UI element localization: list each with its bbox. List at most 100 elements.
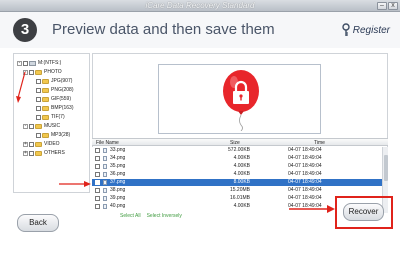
collapse-toggle[interactable]: - xyxy=(23,123,28,129)
collapse-toggle[interactable]: - xyxy=(17,60,22,66)
tree-item-photo[interactable]: - PHOTO xyxy=(23,68,62,76)
tree-item-jpg[interactable]: JPG(907) xyxy=(36,77,72,85)
checkbox[interactable] xyxy=(23,60,28,66)
tree-item-label: OTHERS xyxy=(44,150,65,156)
file-icon xyxy=(103,172,107,177)
file-icon xyxy=(103,156,107,161)
file-name: 39.png xyxy=(110,195,126,201)
checkbox[interactable] xyxy=(29,69,34,75)
scroll-thumb[interactable] xyxy=(384,155,388,181)
column-header-time[interactable]: Time xyxy=(314,140,325,146)
tree-item-video[interactable]: + VIDEO xyxy=(23,140,60,148)
tree-item-label: MP3(28) xyxy=(51,132,71,138)
annotation-arrow-down xyxy=(16,71,26,103)
table-row[interactable]: 33.png 572.00KB 04-07 18:49:04 xyxy=(92,147,382,154)
row-checkbox[interactable] xyxy=(95,188,100,193)
tree-item-gif[interactable]: GIF(559) xyxy=(36,95,71,103)
row-checkbox[interactable] xyxy=(95,148,100,153)
expand-toggle[interactable]: + xyxy=(23,150,28,156)
folder-icon xyxy=(42,105,49,111)
tree-item-bmp[interactable]: BMP(163) xyxy=(36,104,74,112)
table-row[interactable]: 38.png 15.20MB 04-07 18:49:04 xyxy=(92,187,382,194)
checkbox[interactable] xyxy=(36,105,41,111)
file-size: 4.00KB xyxy=(233,163,250,169)
row-checkbox[interactable] xyxy=(95,156,100,161)
file-size: 572.00KB xyxy=(228,147,250,153)
tree-item-label: MUSIC xyxy=(44,123,61,129)
column-header-size[interactable]: Size xyxy=(230,140,240,146)
file-size: 4.00KB xyxy=(233,171,250,177)
checkbox[interactable] xyxy=(36,78,41,84)
minimize-button[interactable]: – xyxy=(377,2,387,10)
checkbox[interactable] xyxy=(36,87,41,93)
tree-item-label: TIF(7) xyxy=(51,114,65,120)
tree-item-drive[interactable]: - M:(NTFS:) xyxy=(17,59,61,67)
tree-item-png[interactable]: PNG(208) xyxy=(36,86,74,94)
checkbox[interactable] xyxy=(29,123,34,129)
drive-icon xyxy=(29,60,36,66)
table-row[interactable]: 35.png 4.00KB 04-07 18:49:04 xyxy=(92,163,382,170)
tree-item-label: GIF(559) xyxy=(51,96,72,102)
image-preview xyxy=(158,64,321,134)
checkbox[interactable] xyxy=(36,132,41,138)
select-all-link[interactable]: Select All xyxy=(120,213,141,220)
tree-item-mp3[interactable]: MP3(28) xyxy=(36,131,70,139)
register-link[interactable]: Register xyxy=(353,25,390,36)
back-button[interactable]: Back xyxy=(17,214,59,232)
tree-item-label: BMP(163) xyxy=(51,105,74,111)
file-icon xyxy=(103,164,107,169)
tree-item-music[interactable]: - MUSIC xyxy=(23,122,60,130)
file-icon xyxy=(103,188,107,193)
checkbox[interactable] xyxy=(29,150,34,156)
file-time: 04-07 18:49:04 xyxy=(288,163,322,169)
file-time: 04-07 18:49:04 xyxy=(288,179,322,185)
file-icon xyxy=(103,204,107,209)
folder-icon xyxy=(42,78,49,84)
annotation-arrow-right xyxy=(59,181,91,187)
file-name: 33.png xyxy=(110,147,126,153)
file-name: 40.png xyxy=(110,203,126,209)
file-time: 04-07 18:49:04 xyxy=(288,195,322,201)
file-size: 15.20MB xyxy=(229,187,250,193)
table-row[interactable]: 36.png 4.00KB 04-07 18:49:04 xyxy=(92,171,382,178)
checkbox[interactable] xyxy=(36,114,41,120)
key-icon[interactable] xyxy=(342,23,350,37)
folder-icon xyxy=(42,114,49,120)
file-name: 37.png xyxy=(110,179,126,185)
tree-item-others[interactable]: + OTHERS xyxy=(23,149,65,157)
row-checkbox[interactable] xyxy=(95,172,100,177)
tree-item-label: PNG(208) xyxy=(51,87,74,93)
column-header-file-name[interactable]: File Name xyxy=(96,140,119,146)
checkbox[interactable] xyxy=(36,96,41,102)
checkbox[interactable] xyxy=(29,141,34,147)
file-time: 04-07 18:49:04 xyxy=(288,171,322,177)
file-size: 4.00KB xyxy=(233,155,250,161)
select-inversely-link[interactable]: Select Inversely xyxy=(147,213,182,220)
table-row-selected[interactable]: 37.png 8.00KB 04-07 18:49:04 xyxy=(92,179,382,186)
lock-balloon-icon xyxy=(223,70,259,131)
folder-icon xyxy=(42,87,49,93)
close-button[interactable]: x xyxy=(388,2,398,10)
file-name: 35.png xyxy=(110,163,126,169)
file-size: 8.00KB xyxy=(233,179,250,185)
table-row[interactable]: 34.png 4.00KB 04-07 18:49:04 xyxy=(92,155,382,162)
expand-toggle[interactable]: + xyxy=(23,141,28,147)
file-size: 4.00KB xyxy=(233,203,250,209)
tree-item-tif[interactable]: TIF(7) xyxy=(36,113,65,121)
selection-links: Select All Select Inversely xyxy=(120,213,182,220)
step-header: 3 Preview data and then save them Regist… xyxy=(0,12,400,48)
row-checkbox[interactable] xyxy=(95,196,100,201)
file-icon xyxy=(103,180,107,185)
folder-icon xyxy=(35,123,42,129)
folder-icon xyxy=(42,132,49,138)
file-table-header: File Name Size Time xyxy=(92,138,388,146)
row-checkbox[interactable] xyxy=(95,204,100,209)
row-checkbox[interactable] xyxy=(95,164,100,169)
folder-icon xyxy=(35,69,42,75)
file-name: 38.png xyxy=(110,187,126,193)
row-checkbox[interactable] xyxy=(95,180,100,185)
file-time: 04-07 18:49:04 xyxy=(288,147,322,153)
folder-icon xyxy=(35,141,42,147)
file-icon xyxy=(103,148,107,153)
recover-button[interactable]: Recover xyxy=(343,203,384,221)
